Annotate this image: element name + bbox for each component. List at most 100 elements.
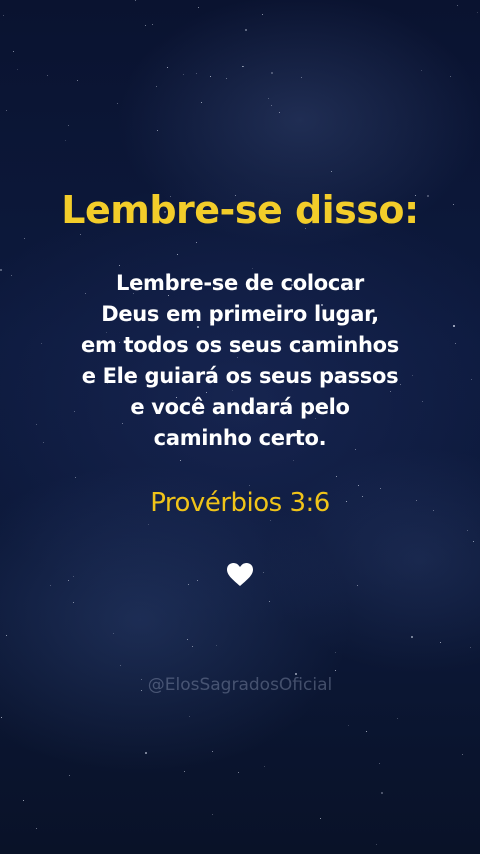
star [212,751,213,752]
star [210,76,211,77]
message-line: em todos os seus caminhos [81,333,399,357]
star [119,265,120,266]
star [238,772,239,773]
star [245,29,247,31]
star [50,585,51,586]
star [249,485,250,486]
star [17,69,18,70]
star [24,238,25,239]
star [271,72,273,74]
star [1,717,2,718]
star [467,530,468,531]
star [167,67,168,68]
star [450,76,451,77]
star [455,343,456,344]
star [47,75,48,76]
star [11,275,12,276]
star [36,828,37,829]
star [117,103,118,104]
star [3,15,4,16]
star [80,234,81,235]
star [187,639,188,640]
bible-reference: Provérbios 3:6 [150,488,330,518]
star [279,112,280,113]
star [216,645,217,646]
star [157,130,158,131]
star [271,105,272,106]
star [6,635,7,636]
star [183,74,184,75]
star [268,98,269,99]
star [152,24,153,25]
star [197,580,198,581]
star [462,754,463,755]
star [69,775,70,776]
star [264,766,265,767]
star [226,78,227,79]
star [189,716,190,717]
star [269,601,270,602]
star [198,7,199,8]
star [156,86,157,87]
star [65,140,66,141]
message-line: e Ele guiará os seus passos [81,364,399,388]
quote-title: Lembre-se disso: [61,188,419,232]
star [293,460,294,461]
star [68,125,69,126]
star [421,70,422,71]
star [6,110,7,111]
star [366,731,367,732]
star [75,477,76,478]
star [358,485,359,486]
star [177,254,178,255]
message-line: Deus em primeiro lugar, [101,302,379,326]
star [113,633,114,634]
star [348,725,349,726]
star [73,576,74,577]
star [148,524,149,525]
star [301,77,302,78]
star [184,771,185,772]
message-line: Lembre-se de colocar [116,271,364,295]
quote-message: Lembre-se de colocar Deus em primeiro lu… [40,268,440,454]
star [381,792,383,794]
star [262,14,263,15]
star [243,66,244,67]
star [336,476,337,477]
star [73,602,74,603]
star [180,460,181,461]
star [470,647,471,648]
star [192,646,193,647]
star [453,325,455,327]
star [270,520,271,521]
star [357,585,358,586]
star [411,636,413,638]
star [120,665,121,666]
star [196,73,197,74]
star [397,718,398,719]
star [135,0,136,1]
star [0,269,2,271]
star [196,242,197,243]
star [145,25,146,26]
star [379,763,380,764]
star [145,752,147,754]
star [457,5,458,6]
message-line: e você andará pelo [130,395,350,419]
star [440,642,441,643]
heart-icon [227,563,253,586]
star [77,80,78,81]
star [335,670,336,671]
star [335,652,336,653]
star [473,541,474,542]
star [13,51,14,52]
watermark-handle: @ElosSagradosOficial [147,675,333,695]
star [68,580,69,581]
star [320,818,321,819]
star [263,572,264,573]
star [331,171,332,172]
star [23,800,24,801]
message-line: caminho certo. [153,426,327,450]
quote-card: Lembre-se disso: Lembre-se de colocar De… [0,0,480,854]
star [477,12,478,13]
